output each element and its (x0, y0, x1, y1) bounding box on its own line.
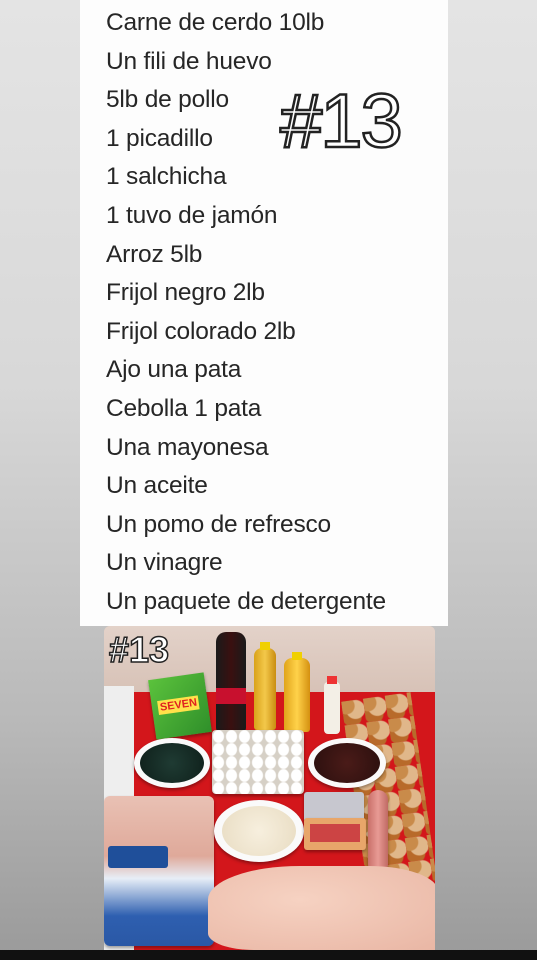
list-item: Frijol negro 2lb (106, 279, 265, 307)
list-item: Un pomo de refresco (106, 510, 331, 538)
chicken-bag (104, 796, 214, 946)
detergent-brand: SEVEN (157, 695, 200, 716)
list-item: 1 tuvo de jamón (106, 201, 278, 229)
list-item: Frijol colorado 2lb (106, 317, 296, 345)
product-photo: SEVEN #13 (104, 626, 435, 950)
bottom-bar (0, 950, 537, 960)
list-item: Ajo una pata (106, 356, 242, 384)
soda-bottle (216, 632, 246, 732)
list-item: Un aceite (106, 472, 208, 500)
list-item: Carne de cerdo 10lb (106, 9, 325, 36)
list-item: Un fili de huevo (106, 47, 272, 75)
list-item: Un vinagre (106, 549, 223, 577)
list-item: Un paquete de detergente (106, 587, 386, 615)
number-tag: #13 (279, 79, 404, 164)
egg-tray (212, 730, 304, 794)
list-item: Una mayonesa (106, 433, 269, 461)
mayonnaise-bottle (324, 676, 340, 734)
list-item: Arroz 5lb (106, 240, 203, 268)
list-item: 1 salchicha (106, 163, 227, 191)
picadillo-package (304, 818, 366, 850)
rice-plate (214, 800, 304, 862)
photo-number-tag: #13 (108, 629, 170, 670)
vinegar-bottle (284, 652, 310, 732)
black-beans-plate (134, 738, 210, 788)
list-item: Cebolla 1 pata (106, 394, 262, 422)
sausage (368, 790, 388, 874)
oil-bottle (254, 642, 276, 730)
red-beans-plate (308, 738, 386, 788)
pork-meat (208, 866, 435, 950)
detergent-box: SEVEN (148, 672, 212, 740)
